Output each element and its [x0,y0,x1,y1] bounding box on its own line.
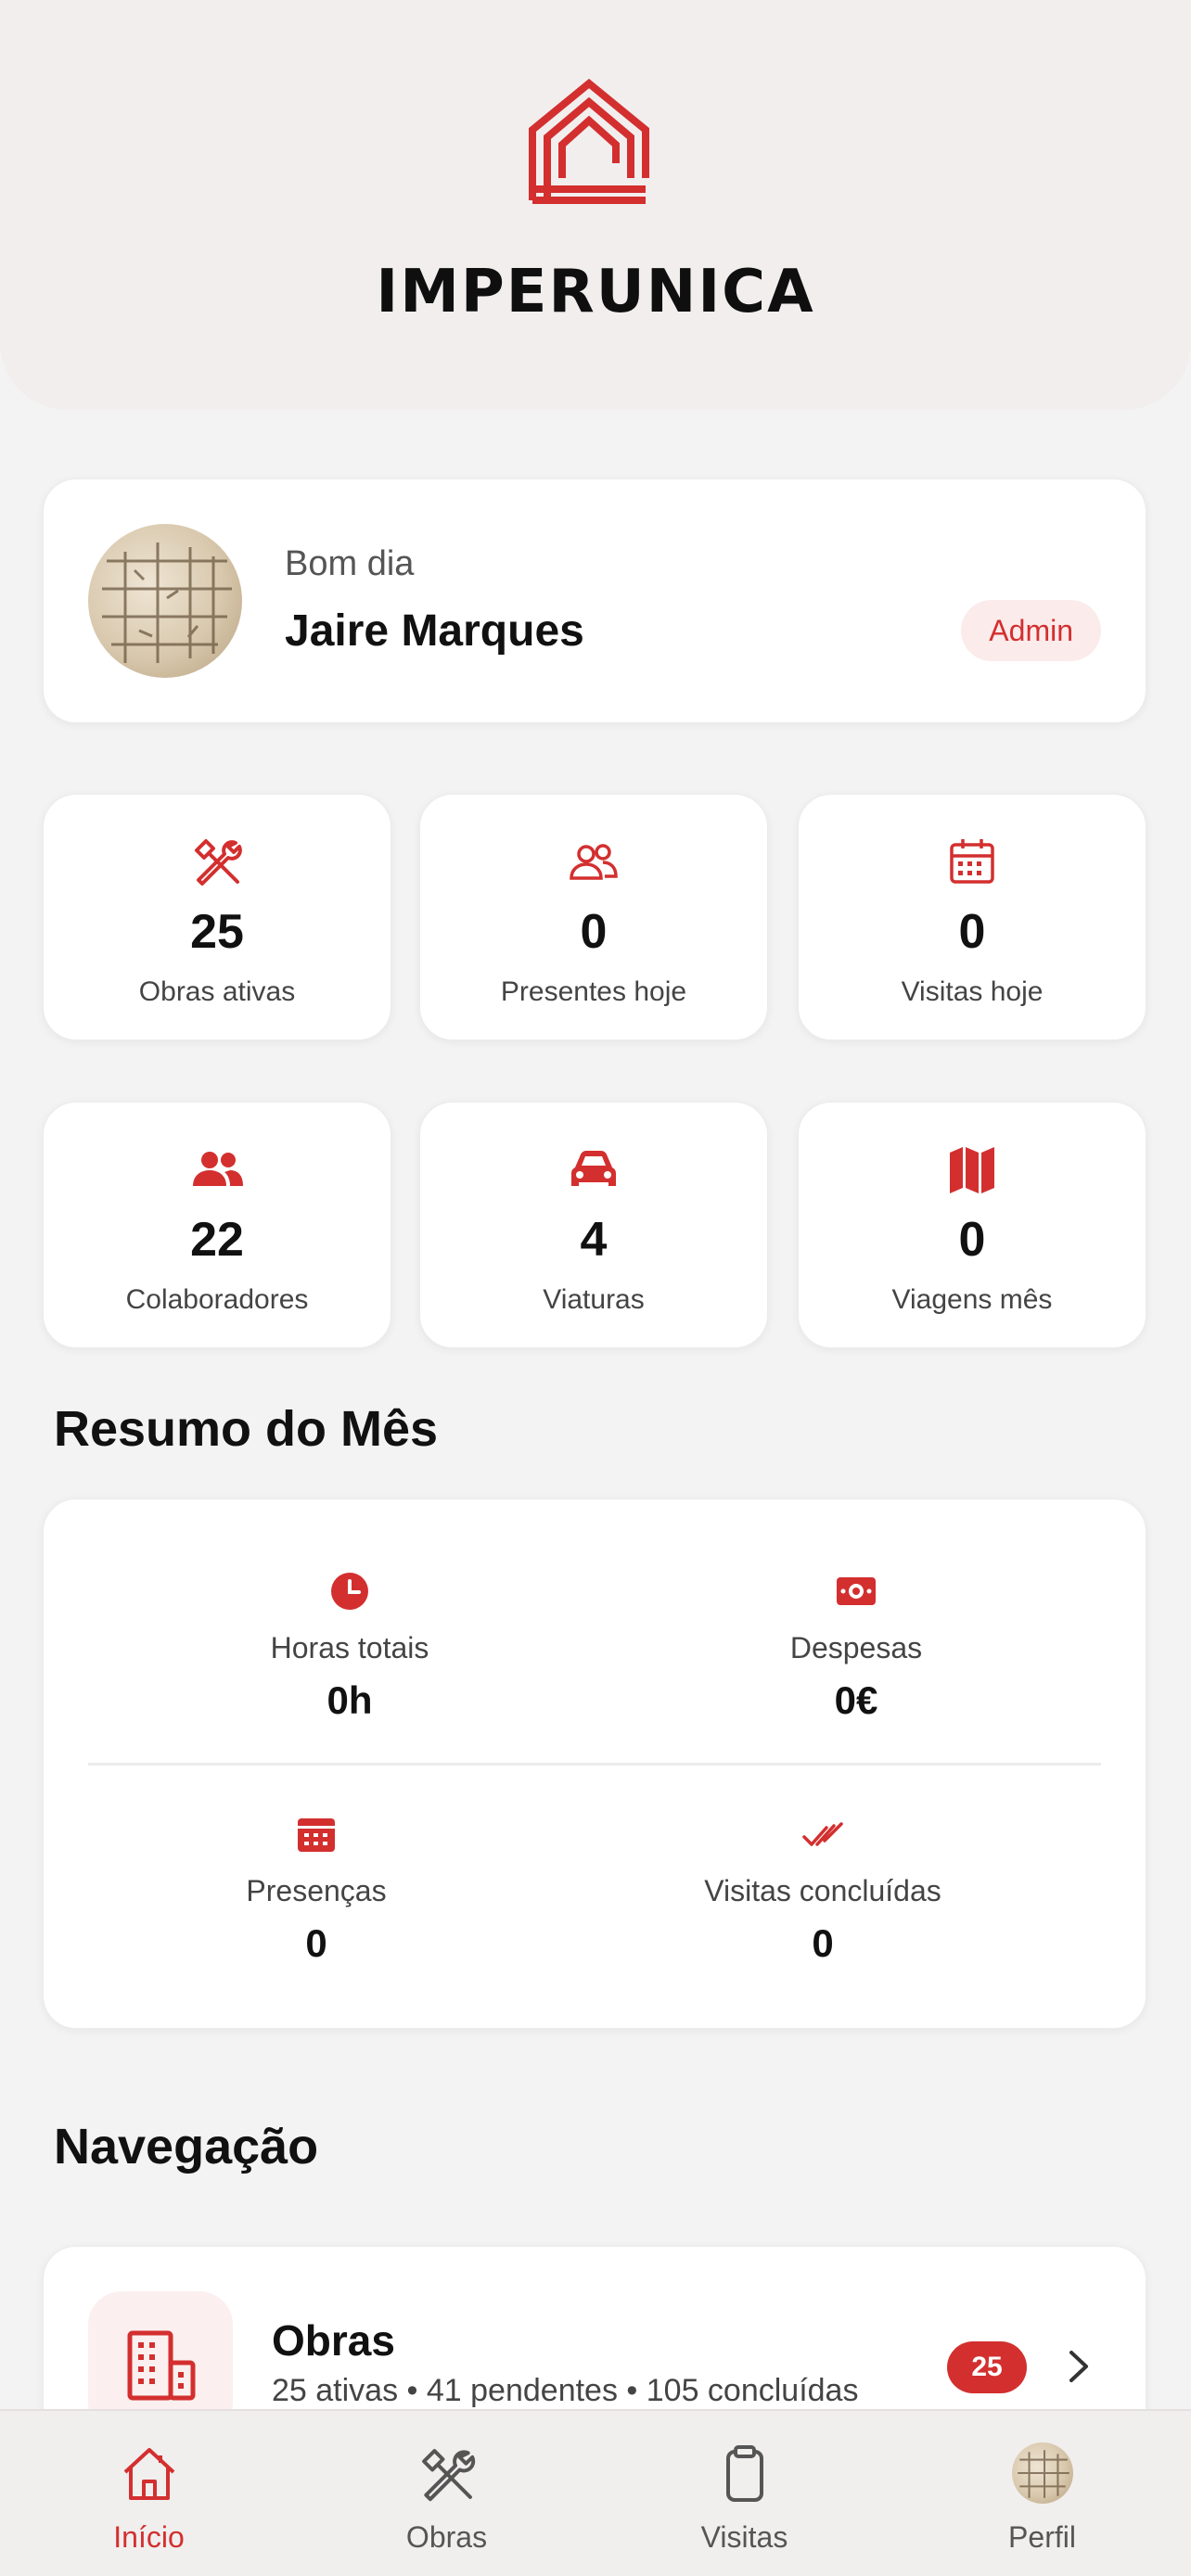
count-badge: 25 [947,2341,1027,2393]
people-outline-icon [420,834,767,889]
map-icon [799,1141,1146,1197]
stat-value: 0 [958,905,986,959]
tab-obras[interactable]: Obras [298,2411,596,2576]
summary-item-visitas-concluidas: Visitas concluídas 0 [637,1813,1008,1966]
nav-item-subtitle: 25 ativas • 41 pendentes • 105 concluída… [272,2373,859,2408]
avatar [1011,2442,1073,2504]
car-icon [420,1141,767,1197]
tab-perfil[interactable]: Perfil [893,2411,1191,2576]
stat-label: Viagens mês [891,1284,1053,1315]
tab-visitas[interactable]: Visitas [596,2411,893,2576]
summary-item-presencas: Presenças 0 [131,1813,502,1966]
tab-label: Início [113,2520,185,2554]
stat-value: 22 [190,1213,244,1267]
clock-icon [164,1570,535,1616]
profile-card[interactable]: Bom dia Jaire Marques Admin [43,478,1146,723]
summary-divider [88,1763,1101,1766]
app-header: IMPERUNICA [0,0,1191,410]
tools-icon [44,834,391,889]
bottom-tab-bar: Início Obras Visitas Perfil [0,2409,1191,2576]
summary-value: 0 [812,1921,834,1965]
summary-value: 0€ [834,1678,878,1722]
user-name: Jaire Marques [285,606,584,656]
home-icon [0,2442,298,2507]
clipboard-icon [596,2442,893,2507]
tools-icon [298,2442,596,2507]
stat-label: Colaboradores [125,1284,309,1315]
summary-title: Resumo do Mês [54,1401,439,1457]
greeting-text: Bom dia [285,544,415,583]
stat-card-viagens-mes[interactable]: 0 Viagens mês [798,1102,1146,1348]
calendar-grid-icon [131,1813,502,1859]
chevron-right-icon [1069,2351,1088,2382]
tab-avatar-wrapper [893,2442,1191,2507]
stat-value: 0 [580,905,608,959]
people-icon [44,1141,391,1197]
summary-label: Despesas [789,1631,923,1664]
summary-label: Presenças [246,1874,387,1907]
summary-value: 0 [305,1921,327,1965]
summary-item-horas: Horas totais 0h [164,1570,535,1723]
summary-card: Horas totais 0h Despesas 0€ Presenças 0 … [43,1498,1146,2029]
stat-value: 4 [580,1213,608,1267]
money-icon [671,1570,1042,1616]
tab-inicio[interactable]: Início [0,2411,298,2576]
stat-label: Visitas hoje [901,976,1044,1007]
tab-label: Obras [405,2520,488,2554]
double-check-icon [637,1813,1008,1859]
avatar[interactable] [88,524,242,678]
summary-value: 0h [327,1678,373,1722]
tab-label: Visitas [700,2520,788,2554]
stat-value: 0 [958,1213,986,1267]
summary-label: Visitas concluídas [704,1874,941,1907]
role-badge: Admin [961,600,1101,661]
stat-label: Viaturas [543,1284,645,1315]
stat-label: Obras ativas [138,976,296,1007]
calendar-icon [799,834,1146,889]
stat-value: 25 [190,905,244,959]
summary-label: Horas totais [270,1631,429,1664]
stat-card-viaturas[interactable]: 4 Viaturas [419,1102,768,1348]
stat-card-colaboradores[interactable]: 22 Colaboradores [43,1102,391,1348]
summary-item-despesas: Despesas 0€ [671,1570,1042,1723]
house-logo-icon [529,78,649,204]
stat-card-visitas-hoje[interactable]: 0 Visitas hoje [798,794,1146,1040]
stat-label: Presentes hoje [500,976,687,1007]
nav-item-title: Obras [272,2316,395,2365]
stat-card-presentes-hoje[interactable]: 0 Presentes hoje [419,794,768,1040]
tab-label: Perfil [1008,2520,1076,2554]
navigation-title: Navegação [54,2119,319,2174]
stat-card-obras-ativas[interactable]: 25 Obras ativas [43,794,391,1040]
brand-title: IMPERUNICA [376,258,815,326]
